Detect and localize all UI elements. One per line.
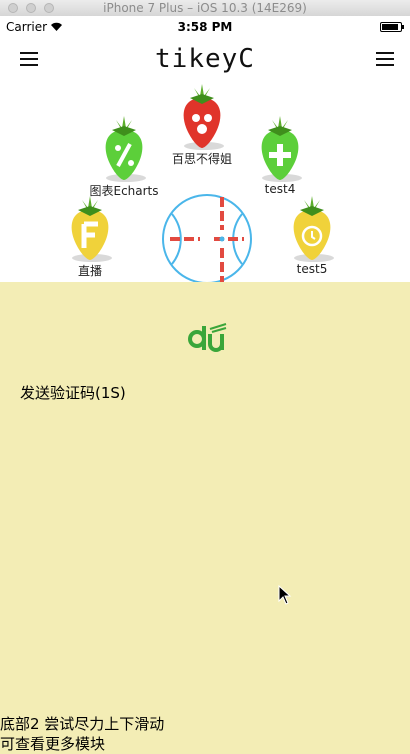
strawberry-f-icon bbox=[71, 196, 112, 262]
window-title: iPhone 7 Plus – iOS 10.3 (14E269) bbox=[103, 1, 307, 15]
app-title: tikeyC bbox=[155, 44, 255, 74]
bottom-hint: 底部2 尝试尽力上下滑动 可查看更多模块 bbox=[0, 714, 164, 754]
menu-item-label: 直播 bbox=[77, 264, 102, 278]
crosshair-icon[interactable] bbox=[160, 192, 254, 286]
status-bar: Carrier 3:58 PM bbox=[0, 16, 410, 38]
clock: 3:58 PM bbox=[177, 20, 233, 34]
send-verification-code-button[interactable]: 发送验证码(1S) bbox=[20, 382, 126, 403]
circular-menu: 百思不得姐 图表Echarts test4 直播 test5 bbox=[0, 82, 410, 284]
menu-item-test4[interactable]: test4 bbox=[230, 114, 330, 196]
menu-item-label: test5 bbox=[296, 262, 328, 276]
menu-item-live[interactable]: 直播 bbox=[40, 194, 140, 279]
nav-bar: tikeyC bbox=[0, 38, 410, 82]
menu-item-test5[interactable]: test5 bbox=[262, 194, 362, 276]
battery-icon bbox=[380, 22, 404, 32]
mouse-cursor-icon bbox=[278, 585, 292, 605]
window-title-bar: iPhone 7 Plus – iOS 10.3 (14E269) bbox=[0, 0, 410, 17]
right-menu-hamburger-icon[interactable] bbox=[376, 52, 394, 66]
battery-level bbox=[382, 24, 399, 30]
content-panel: 发送验证码(1S) 底部2 尝试尽力上下滑动 可查看更多模块 bbox=[0, 282, 410, 754]
strawberry-percent-icon bbox=[105, 116, 146, 182]
strawberry-timer-icon bbox=[293, 196, 334, 262]
strawberry-dots-icon bbox=[183, 84, 224, 150]
strawberry-plus-icon bbox=[261, 116, 302, 182]
du-logo bbox=[187, 323, 227, 352]
bottom-hint-line-2: 可查看更多模块 bbox=[0, 735, 106, 753]
menu-item-echarts[interactable]: 图表Echarts bbox=[74, 114, 174, 199]
bottom-hint-line-1: 底部2 尝试尽力上下滑动 bbox=[0, 715, 165, 733]
